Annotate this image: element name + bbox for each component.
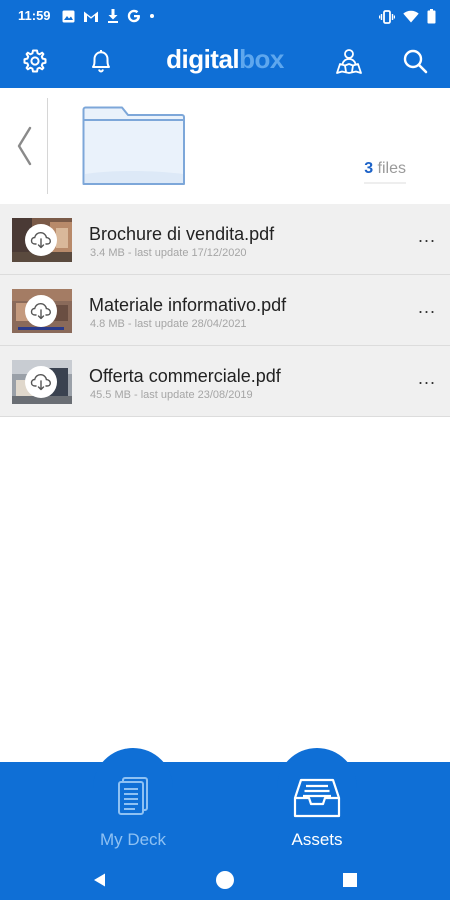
more-options-button[interactable]: ...: [418, 368, 436, 389]
back-button[interactable]: [0, 98, 48, 194]
logo-text-secondary: box: [239, 44, 284, 74]
cloud-download-badge: [25, 224, 57, 256]
file-meta: 45.5 MB - last update 23/08/2019: [90, 389, 253, 401]
wifi-icon: [403, 10, 419, 23]
image-icon: [62, 10, 75, 22]
nav-label-assets: Assets: [291, 830, 343, 849]
file-meta: 4.8 MB - last update 28/04/2021: [90, 318, 247, 330]
download-icon: [108, 9, 118, 23]
document-stack-icon: [118, 777, 148, 815]
file-meta: 3.4 MB - last update 17/12/2020: [90, 247, 247, 259]
app-screen: 11:59 digitalbox 3 files Brochure di ven…: [0, 0, 450, 900]
inbox-tray-icon: [293, 778, 341, 818]
more-options-button[interactable]: ...: [418, 297, 436, 318]
file-thumbnail: [12, 289, 72, 333]
file-count-number: 3: [364, 160, 374, 177]
system-icons: [379, 9, 436, 24]
map-user-icon: [336, 49, 362, 74]
file-name: Offerta commerciale.pdf: [89, 366, 281, 386]
battery-icon: [427, 9, 436, 24]
cloud-download-icon: [30, 302, 52, 320]
app-logo: digitalbox: [0, 44, 450, 75]
app-header: digitalbox: [0, 34, 450, 88]
folder-icon: [82, 106, 185, 185]
cloud-download-badge: [25, 366, 57, 398]
system-recents-button[interactable]: [336, 866, 364, 894]
more-options-button[interactable]: ...: [418, 226, 436, 247]
file-thumbnail: [12, 218, 72, 262]
file-row-brochure[interactable]: Brochure di vendita.pdf 3.4 MB - last up…: [0, 204, 450, 275]
status-bar: 11:59: [0, 0, 450, 34]
system-home-button[interactable]: [211, 866, 239, 894]
file-list: Brochure di vendita.pdf 3.4 MB - last up…: [0, 204, 450, 417]
map-user-button[interactable]: [331, 43, 367, 79]
search-button[interactable]: [397, 43, 433, 79]
google-icon: [127, 9, 140, 23]
system-navigation-bar: [0, 860, 450, 900]
file-row-offerta[interactable]: Offerta commerciale.pdf 45.5 MB - last u…: [0, 346, 450, 417]
file-thumbnail: [12, 360, 72, 404]
cloud-download-badge: [25, 295, 57, 327]
file-count: 3 files: [364, 160, 406, 184]
back-triangle-icon: [94, 873, 105, 887]
file-row-materiale[interactable]: Materiale informativo.pdf 4.8 MB - last …: [0, 275, 450, 346]
cloud-download-icon: [30, 373, 52, 391]
search-icon: [403, 49, 428, 74]
system-back-button[interactable]: [86, 866, 114, 894]
file-name: Materiale informativo.pdf: [89, 295, 287, 315]
nav-assets[interactable]: Assets: [257, 770, 377, 854]
notification-icons: [62, 9, 155, 23]
nav-my-deck[interactable]: My Deck: [73, 770, 193, 854]
gmail-icon: [84, 11, 98, 22]
logo-text-primary: digital: [166, 44, 240, 74]
file-name: Brochure di vendita.pdf: [89, 224, 275, 244]
chevron-left-icon: [17, 126, 31, 166]
dot-icon: [150, 14, 154, 18]
file-count-label: files: [377, 160, 406, 177]
nav-label-my-deck: My Deck: [99, 830, 167, 849]
vibrate-icon: [379, 9, 395, 24]
status-time: 11:59: [18, 8, 51, 23]
recents-square-icon: [343, 873, 357, 887]
cloud-download-icon: [30, 231, 52, 249]
folder-header: 3 files: [0, 88, 450, 204]
bottom-navigation: My Deck Assets: [0, 748, 450, 860]
home-circle-icon: [216, 871, 234, 889]
